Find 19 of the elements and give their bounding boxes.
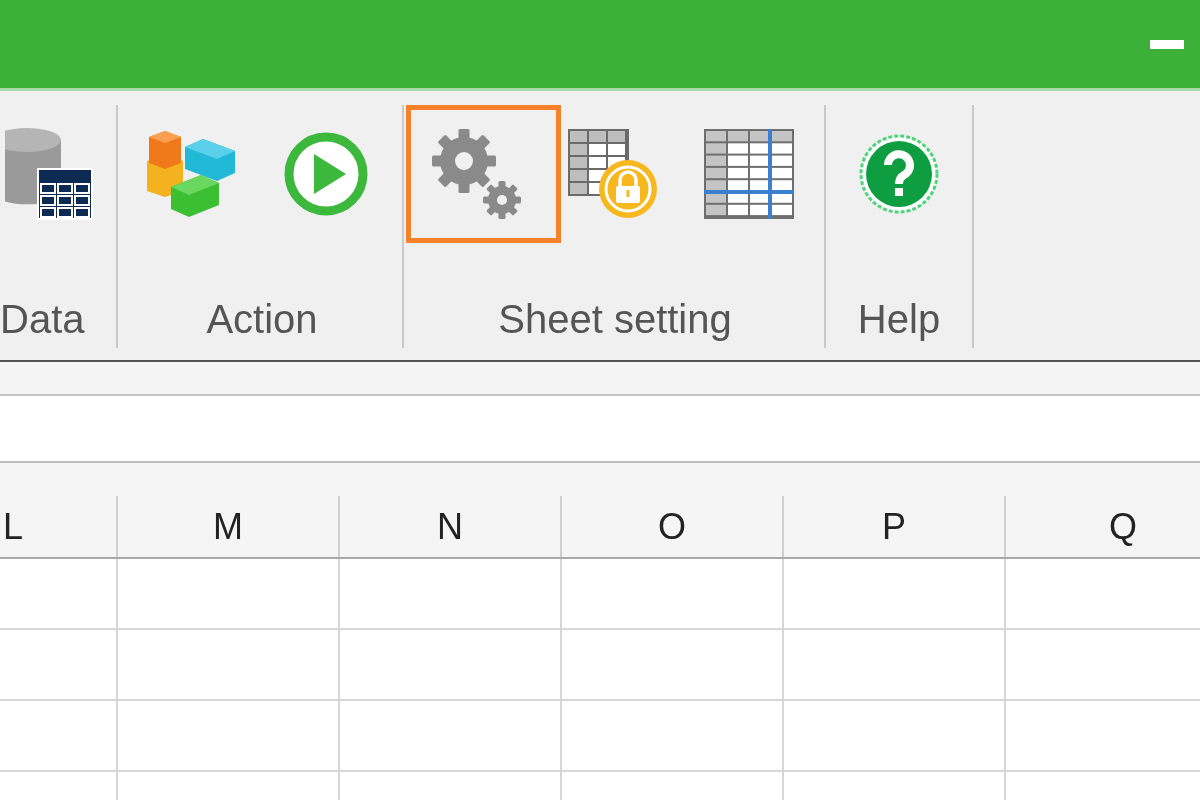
database-table-icon — [5, 127, 95, 221]
blocks-icon — [145, 129, 235, 219]
gears-icon — [430, 129, 521, 219]
group-label: Action — [206, 297, 318, 341]
minimize-icon — [1150, 39, 1184, 49]
table-lock-icon — [568, 129, 658, 219]
table-freeze-icon — [704, 129, 794, 219]
column-header[interactable]: O — [562, 496, 784, 557]
play-icon — [284, 132, 368, 216]
group-label: Data — [0, 297, 85, 341]
column-header[interactable]: Q — [1006, 496, 1200, 557]
column-header[interactable]: L — [0, 496, 118, 557]
column-header[interactable]: P — [784, 496, 1006, 557]
column-header[interactable]: N — [340, 496, 562, 557]
help-icon — [859, 134, 939, 214]
column-header[interactable]: M — [118, 496, 340, 557]
settings-button[interactable] — [406, 105, 561, 243]
group-label: Sheet setting — [498, 297, 732, 341]
group-label: Help — [857, 297, 941, 341]
